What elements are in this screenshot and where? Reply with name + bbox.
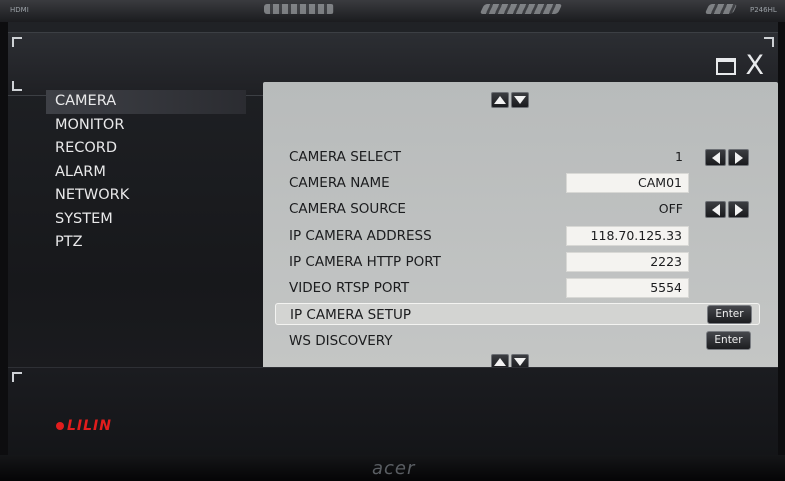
camera-name-label: CAMERA NAME	[289, 175, 390, 191]
camera-select-row: CAMERA SELECT 1	[275, 146, 760, 168]
camera-source-arrows	[705, 201, 749, 218]
sidebar-menu: CAMERA MONITOR RECORD ALARM NETWORK SYST…	[46, 90, 246, 255]
arrow-down-icon	[514, 358, 526, 366]
window-controls: X	[715, 52, 765, 79]
screen-reflection	[264, 4, 334, 14]
ws-discovery-row: WS DISCOVERY Enter	[275, 330, 760, 352]
camera-select-arrows	[705, 149, 749, 166]
ip-camera-http-port-label: IP CAMERA HTTP PORT	[289, 254, 441, 270]
monitor-model-label: P246HL	[750, 6, 777, 14]
sidebar-item-network[interactable]: NETWORK	[46, 184, 246, 208]
arrow-right-icon	[734, 203, 743, 216]
ip-camera-http-port-field[interactable]: 2223	[566, 252, 689, 272]
ws-discovery-label: WS DISCOVERY	[289, 333, 393, 349]
lilin-logo: LILIN	[56, 418, 112, 434]
sidebar-item-ptz[interactable]: PTZ	[46, 231, 246, 255]
camera-source-prev-button[interactable]	[705, 201, 726, 218]
arrow-left-icon	[711, 203, 720, 216]
ip-camera-address-label: IP CAMERA ADDRESS	[289, 228, 432, 244]
camera-source-row: CAMERA SOURCE OFF	[275, 198, 760, 220]
sidebar-item-alarm[interactable]: ALARM	[46, 161, 246, 185]
ip-camera-setup-row[interactable]: IP CAMERA SETUP Enter	[275, 303, 760, 325]
frame-corner	[12, 37, 22, 47]
camera-name-row: CAMERA NAME CAM01	[275, 172, 760, 194]
page-up-button[interactable]	[491, 92, 509, 108]
lilin-mark-icon	[56, 422, 64, 430]
camera-select-next-button[interactable]	[728, 149, 749, 166]
frame-corner	[764, 37, 774, 47]
camera-select-prev-button[interactable]	[705, 149, 726, 166]
monitor-bezel-top: HDMI P246HL	[0, 0, 785, 22]
camera-name-field[interactable]: CAM01	[566, 173, 689, 193]
camera-source-next-button[interactable]	[728, 201, 749, 218]
arrow-down-icon	[514, 96, 526, 104]
maximize-icon[interactable]	[715, 57, 736, 75]
ip-camera-setup-label: IP CAMERA SETUP	[290, 307, 411, 323]
camera-settings-panel: CAMERA SELECT 1 CAMERA NAME CAM01 CAMERA…	[263, 82, 778, 372]
page-down-button[interactable]	[511, 92, 529, 108]
arrow-right-icon	[734, 151, 743, 164]
sidebar-item-record[interactable]: RECORD	[46, 137, 246, 161]
sidebar-item-monitor[interactable]: MONITOR	[46, 114, 246, 138]
frame-corner	[12, 372, 22, 382]
ip-camera-setup-enter-button[interactable]: Enter	[707, 305, 752, 324]
scroll-up-controls	[491, 92, 529, 108]
arrow-left-icon	[711, 151, 720, 164]
lilin-logo-text: LILIN	[67, 418, 112, 434]
ip-camera-address-field[interactable]: 118.70.125.33	[566, 226, 689, 246]
sidebar-item-camera[interactable]: CAMERA	[46, 90, 246, 114]
camera-source-value: OFF	[658, 201, 683, 216]
monitor-brand-logo: acer	[372, 458, 416, 479]
camera-select-label: CAMERA SELECT	[289, 149, 402, 165]
arrow-up-icon	[494, 96, 506, 104]
camera-source-label: CAMERA SOURCE	[289, 201, 406, 217]
video-rtsp-port-label: VIDEO RTSP PORT	[289, 280, 410, 296]
camera-select-value: 1	[675, 149, 683, 164]
frame-corner	[12, 81, 22, 91]
input-source-label: HDMI	[10, 6, 29, 14]
ip-camera-http-port-row: IP CAMERA HTTP PORT 2223	[275, 251, 760, 273]
sidebar-item-system[interactable]: SYSTEM	[46, 208, 246, 232]
video-rtsp-port-field[interactable]: 5554	[566, 278, 689, 298]
close-icon[interactable]: X	[746, 52, 765, 79]
arrow-up-icon	[494, 358, 506, 366]
ip-camera-address-row: IP CAMERA ADDRESS 118.70.125.33	[275, 225, 760, 247]
screen-reflection	[704, 4, 738, 14]
video-rtsp-port-row: VIDEO RTSP PORT 5554	[275, 277, 760, 299]
ws-discovery-enter-button[interactable]: Enter	[706, 331, 751, 350]
screen-reflection	[479, 4, 563, 14]
lower-frame	[8, 367, 778, 456]
dvr-screen: X CAMERA MONITOR RECORD ALARM NETWORK SY…	[8, 22, 778, 456]
